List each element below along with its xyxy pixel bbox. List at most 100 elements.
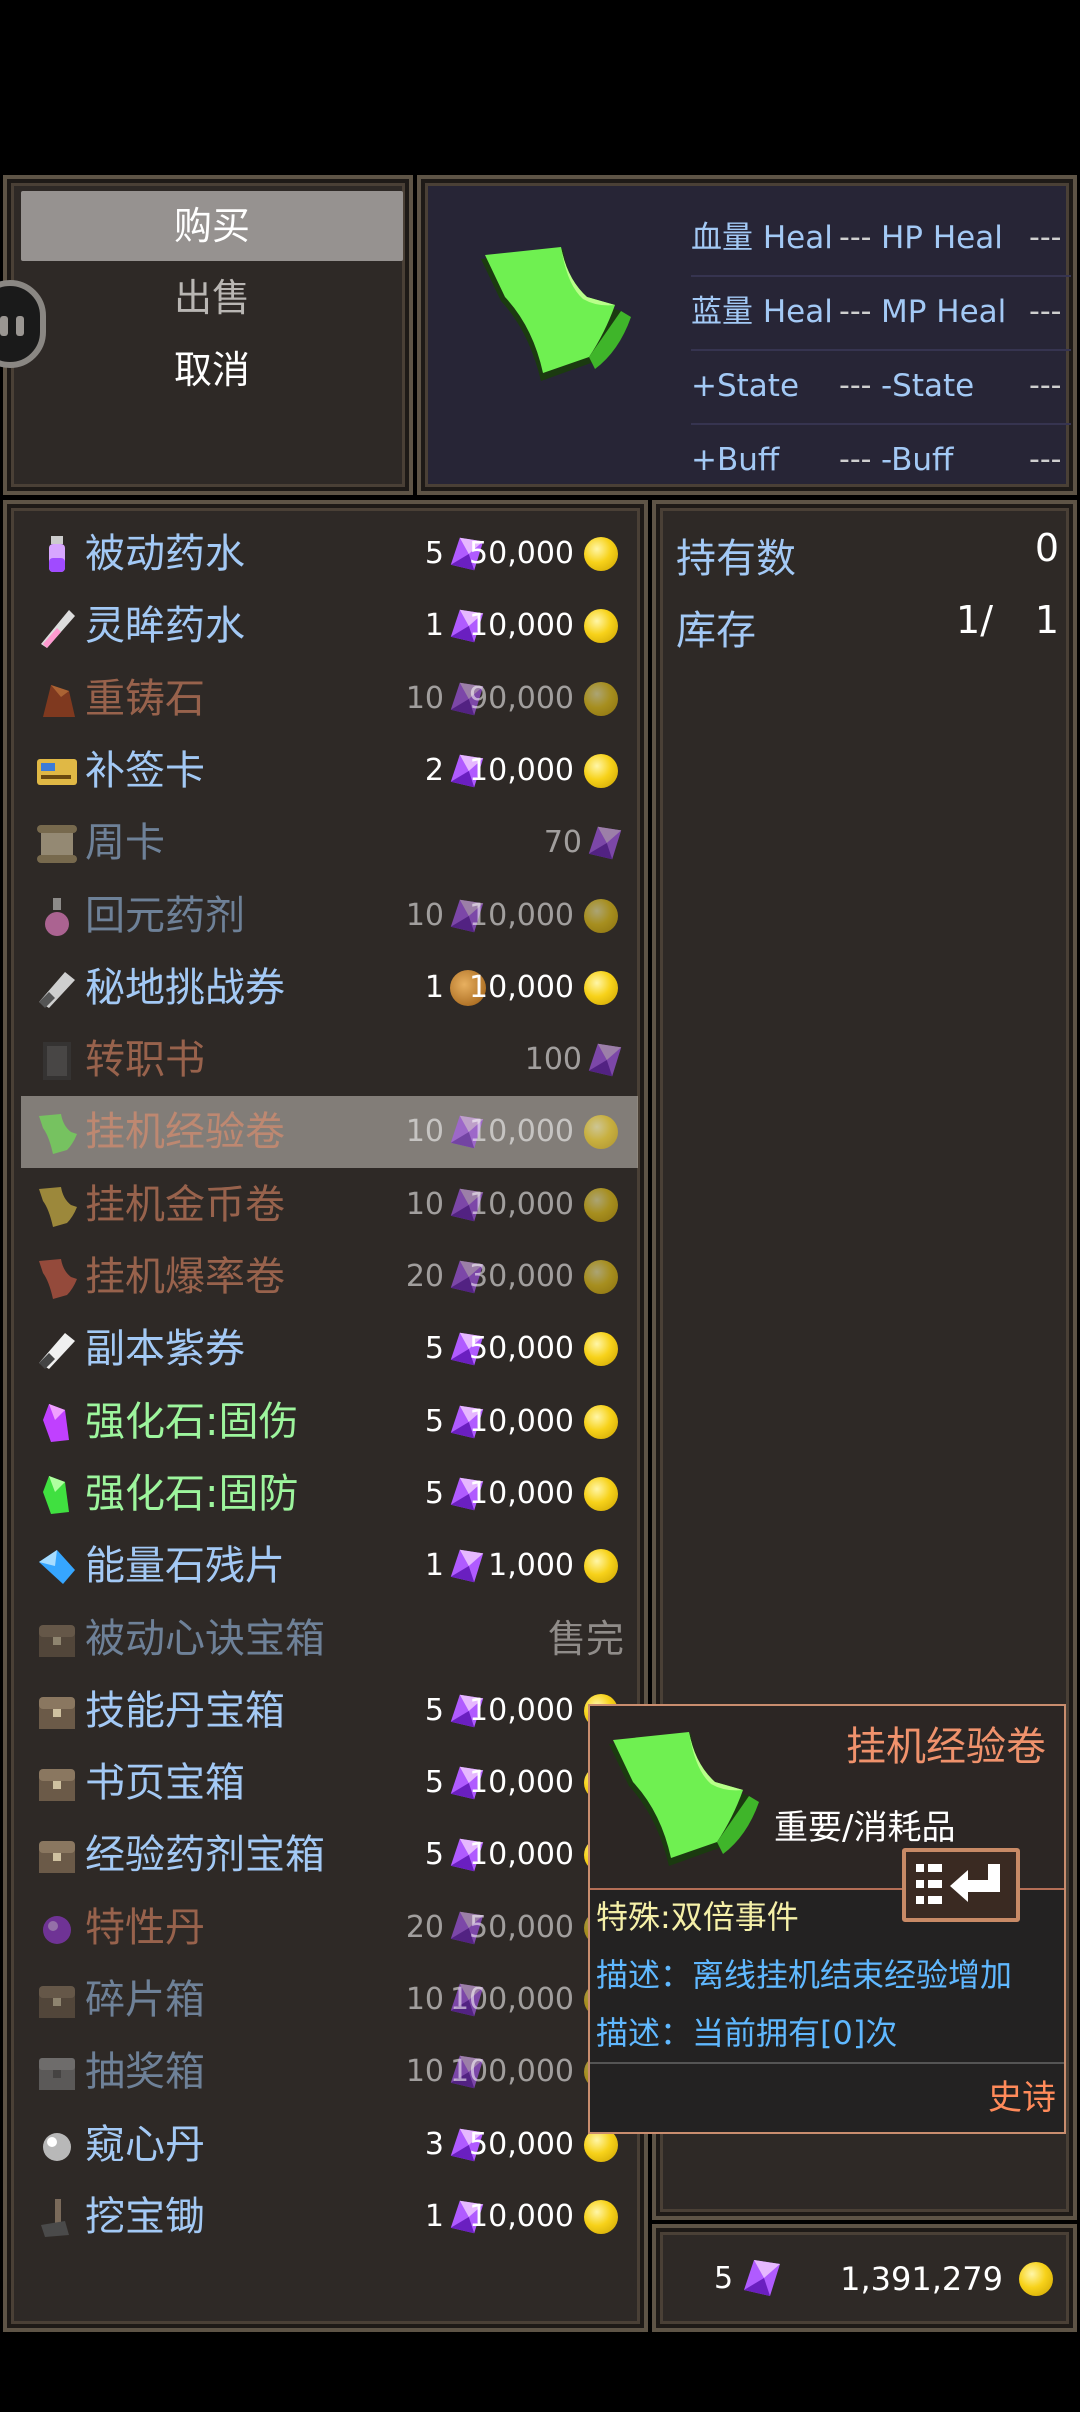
- status-row: +State --- -State ---: [691, 351, 1071, 425]
- vial-icon: [41, 610, 75, 649]
- gold-price: 10,000: [469, 752, 574, 788]
- stock-total: 1: [1034, 598, 1059, 642]
- gold-price: 10,000: [469, 1765, 574, 1801]
- gem-cost: 10: [405, 2054, 444, 2090]
- item-name: 回元药剂: [85, 892, 245, 939]
- item-name: 挂机经验卷: [85, 1109, 285, 1156]
- status-value: ---: [1029, 294, 1062, 329]
- gem-cost: 20: [405, 1909, 444, 1945]
- purple-gem-icon: [43, 1403, 69, 1442]
- shop-item-row[interactable]: 书页宝箱 5 10,000: [21, 1747, 638, 1819]
- shard-icon: [39, 1550, 75, 1585]
- status-value: ---: [1029, 220, 1062, 255]
- gem-cost: 70: [543, 825, 582, 861]
- item-name: 经验药剂宝箱: [85, 1832, 325, 1879]
- cancel-button[interactable]: 取消: [21, 335, 403, 405]
- status-label: -State: [881, 368, 975, 404]
- gold-coin-icon: [584, 1332, 618, 1367]
- gold-coin-icon: [584, 970, 618, 1005]
- return-arrow-icon: [916, 1864, 1000, 1904]
- gold-price: 10,000: [469, 1692, 574, 1728]
- shop-item-row[interactable]: 特性丹 20 50,000: [21, 1892, 638, 1964]
- shop-item-row[interactable]: 重铸石 10 90,000: [21, 663, 638, 735]
- shop-item-row[interactable]: 经验药剂宝箱 5 10,000: [21, 1819, 638, 1891]
- gold-price: 10,000: [469, 1837, 574, 1873]
- purple-gem-icon: [744, 2260, 780, 2296]
- chest-icon: [39, 1696, 75, 1729]
- potion-icon: [49, 536, 65, 572]
- currency-window: 5 1,391,279: [652, 2224, 1077, 2332]
- shop-item-row[interactable]: 补签卡 2 10,000: [21, 735, 638, 807]
- buy-button[interactable]: 购买: [21, 191, 403, 261]
- shop-item-row[interactable]: 被动药水 5 50,000: [21, 518, 638, 590]
- shop-item-row[interactable]: 强化石:固防 5 10,000: [21, 1458, 638, 1530]
- gem-cost: 1: [424, 969, 444, 1005]
- shop-item-row[interactable]: 挂机经验卷 10 10,000: [21, 1096, 638, 1169]
- owned-label: 持有数: [676, 536, 796, 582]
- item-name: 能量石残片: [85, 1543, 285, 1590]
- shop-item-row[interactable]: 被动心诀宝箱 售完: [21, 1603, 638, 1675]
- shop-item-row[interactable]: 抽奖箱 10 100,000: [21, 2036, 638, 2108]
- gold-price: 90,000: [469, 680, 574, 716]
- shop-item-row[interactable]: 灵眸药水 1 10,000: [21, 590, 638, 662]
- status-label: +State: [691, 368, 800, 404]
- gem-cost: 100: [524, 1042, 582, 1078]
- shop-item-row[interactable]: 回元药剂 10 10,000: [21, 880, 638, 952]
- item-name: 强化石:固伤: [85, 1398, 299, 1445]
- shop-item-row[interactable]: 能量石残片 1 1,000: [21, 1530, 638, 1602]
- gold-coin-icon: [584, 609, 618, 644]
- item-name: 秘地挑战券: [85, 964, 285, 1011]
- gold-price: 10,000: [469, 2198, 574, 2234]
- gold-price: 10,000: [469, 1186, 574, 1222]
- flask-icon: [45, 897, 69, 936]
- stock-value: 1/: [956, 598, 993, 642]
- shop-item-row[interactable]: 碎片箱 10 100,000: [21, 1964, 638, 2036]
- item-name: 强化石:固防: [85, 1470, 299, 1517]
- chest-icon: [39, 1624, 75, 1657]
- item-name: 挂机爆率卷: [85, 1254, 285, 1300]
- gold-price: 10,000: [469, 969, 574, 1005]
- shop-item-row[interactable]: 挂机金币卷 10 10,000: [21, 1169, 638, 1241]
- gem-cost: 10: [405, 680, 444, 716]
- stock-label: 库存: [676, 608, 756, 654]
- gold-price: 100,000: [449, 1982, 574, 2017]
- gold-price: 10,000: [469, 1114, 574, 1150]
- gold-coin-icon: [584, 1476, 618, 1511]
- gold-price: 30,000: [469, 1259, 574, 1294]
- tooltip-description: 描述：当前拥有[0]次: [596, 2014, 898, 2052]
- shop-item-row[interactable]: 秘地挑战券 1 10,000: [21, 952, 638, 1024]
- gold-price: 10,000: [469, 897, 574, 933]
- use-item-button[interactable]: [902, 1848, 1020, 1922]
- item-name: 副本紫券: [85, 1326, 245, 1373]
- gold-price: 50,000: [469, 536, 574, 571]
- item-name: 抽奖箱: [85, 2049, 205, 2096]
- item-name: 书页宝箱: [85, 1760, 245, 1807]
- status-label: 蓝量 Heal: [691, 294, 833, 330]
- shop-item-row[interactable]: 强化石:固伤 5 10,000: [21, 1386, 638, 1458]
- status-label: -Buff: [881, 442, 954, 478]
- shop-item-row[interactable]: 周卡 70: [21, 807, 638, 879]
- shop-item-row[interactable]: 技能丹宝箱 5 10,000: [21, 1675, 638, 1747]
- chest-icon: [39, 1841, 75, 1874]
- gem-cost: 1: [424, 1548, 444, 1584]
- item-name: 技能丹宝箱: [85, 1687, 285, 1734]
- status-label: HP Heal: [881, 220, 1003, 256]
- shop-item-row[interactable]: 挖宝锄 1 10,000: [21, 2181, 638, 2253]
- status-label: MP Heal: [881, 294, 1007, 330]
- shop-item-row[interactable]: 转职书 100: [21, 1024, 638, 1096]
- green-scroll-icon: [481, 247, 631, 381]
- status-row: 血量 Heal --- HP Heal ---: [691, 203, 1071, 277]
- gold-price: 10,000: [469, 608, 574, 644]
- shop-item-row[interactable]: 窥心丹 3 50,000: [21, 2109, 638, 2181]
- sell-button[interactable]: 出售: [21, 263, 403, 333]
- status-row: 蓝量 Heal --- MP Heal ---: [691, 277, 1071, 351]
- ticket-icon: [39, 971, 75, 1008]
- command-window: 购买 出售 取消: [3, 175, 413, 495]
- purple-gem-icon: [588, 1043, 622, 1077]
- shop-item-row[interactable]: 挂机爆率卷 20 30,000: [21, 1241, 638, 1313]
- shop-item-row[interactable]: 副本紫券 5 50,000: [21, 1313, 638, 1385]
- gold-scroll-icon: [39, 1186, 77, 1227]
- card-icon: [37, 758, 77, 785]
- owned-value: 0: [1034, 526, 1059, 570]
- item-name: 碎片箱: [85, 1977, 205, 2023]
